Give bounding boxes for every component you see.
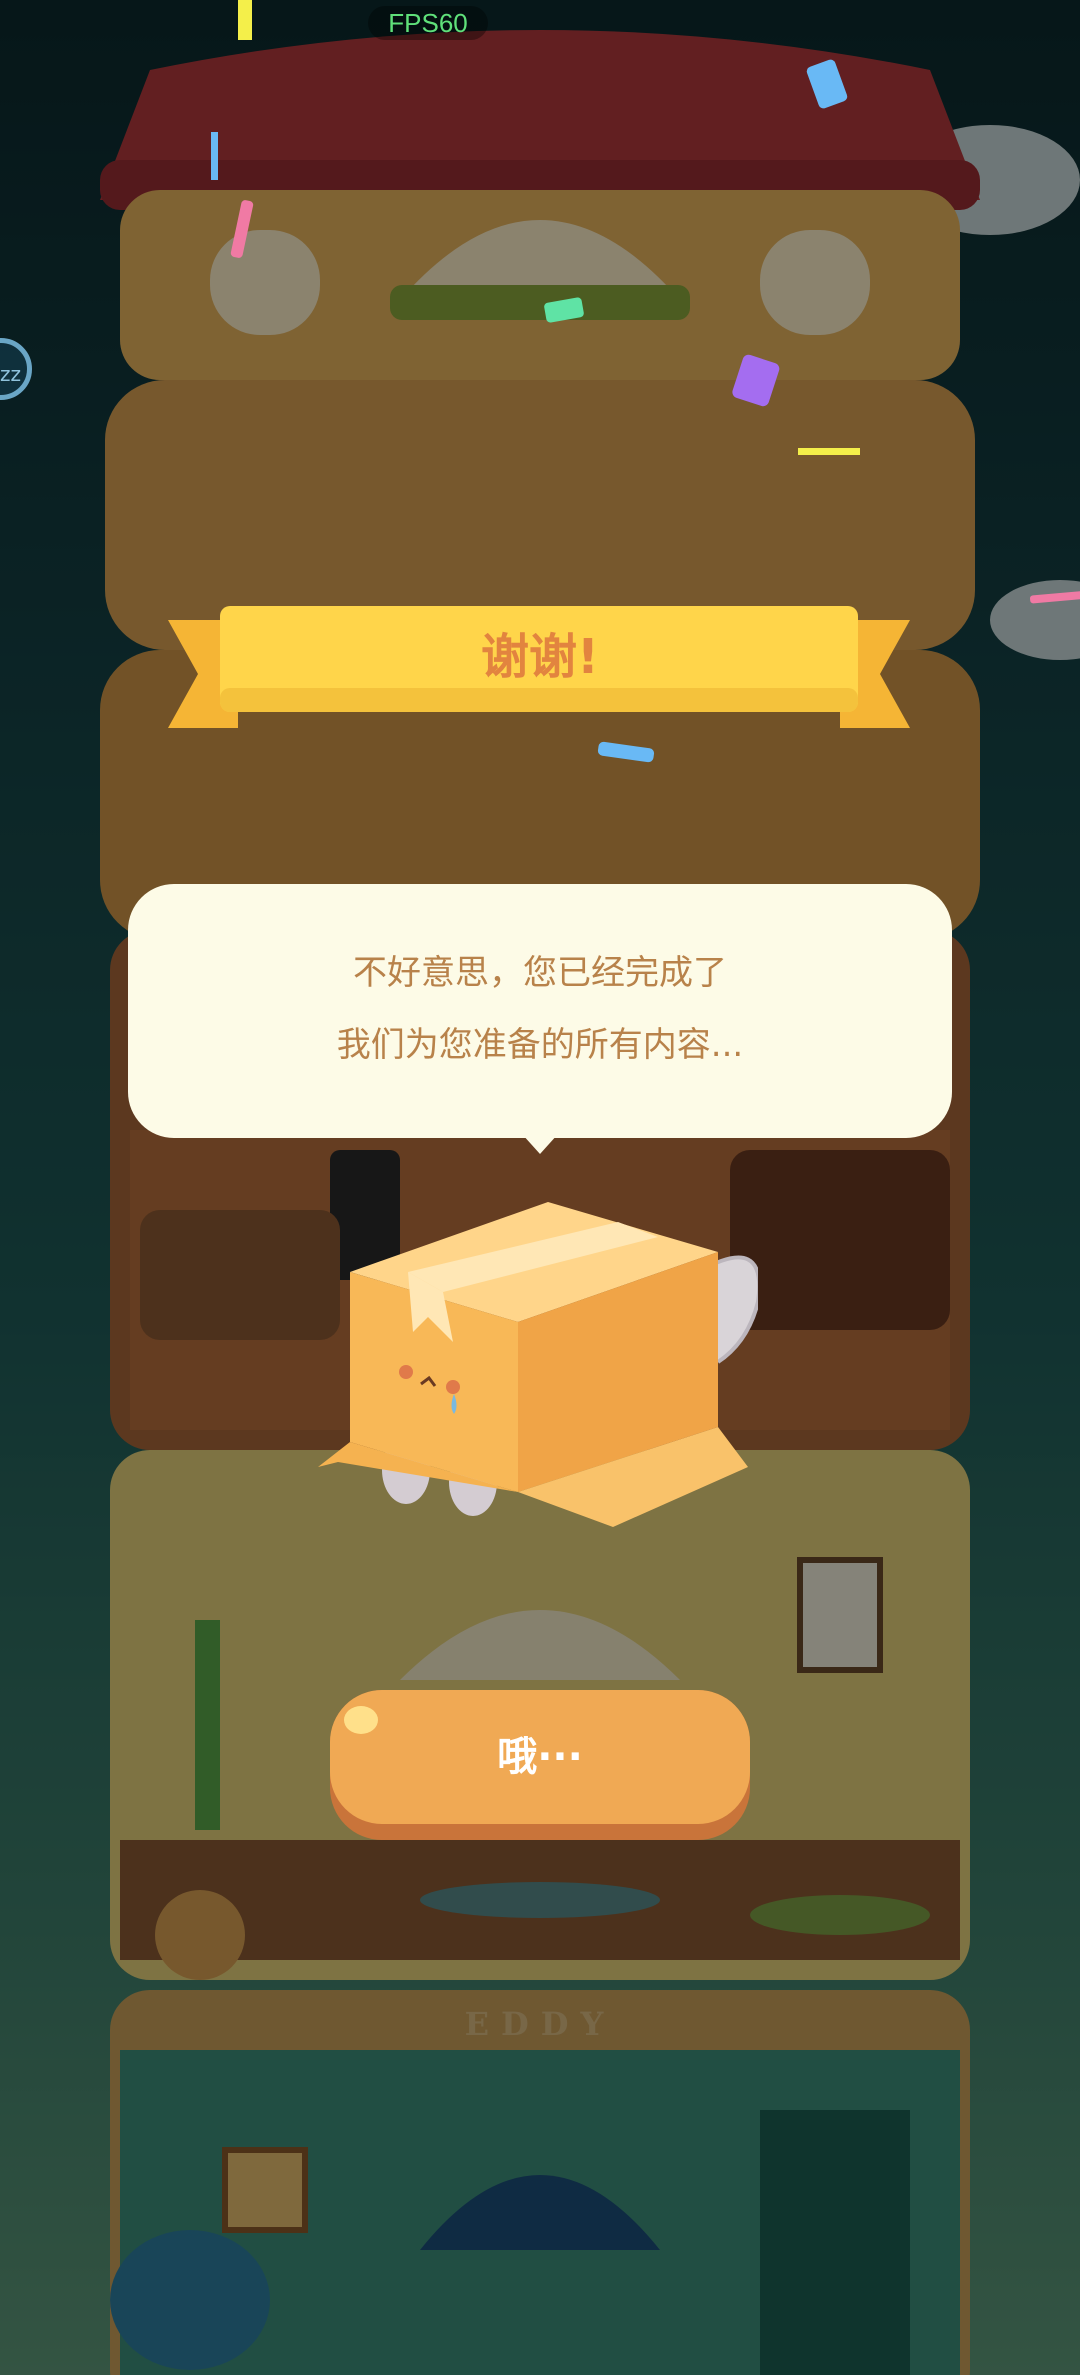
banner-title: 谢谢! <box>481 629 599 685</box>
confirm-button[interactable]: 哦··· <box>330 1690 750 1840</box>
speech-bubble <box>128 884 952 1138</box>
dialog-line-1: 不好意思，您已经完成了 <box>353 953 727 993</box>
box-character <box>318 1202 758 1527</box>
house-sign: EDDY <box>464 2005 616 2043</box>
sleep-icon: zz <box>0 362 21 386</box>
confirm-button-label: 哦··· <box>497 1734 583 1780</box>
speech-bubble-tail <box>522 1134 558 1154</box>
fps-counter: FPS60 <box>368 6 488 40</box>
dialog-line-2: 我们为您准备的所有内容... <box>336 1025 744 1065</box>
